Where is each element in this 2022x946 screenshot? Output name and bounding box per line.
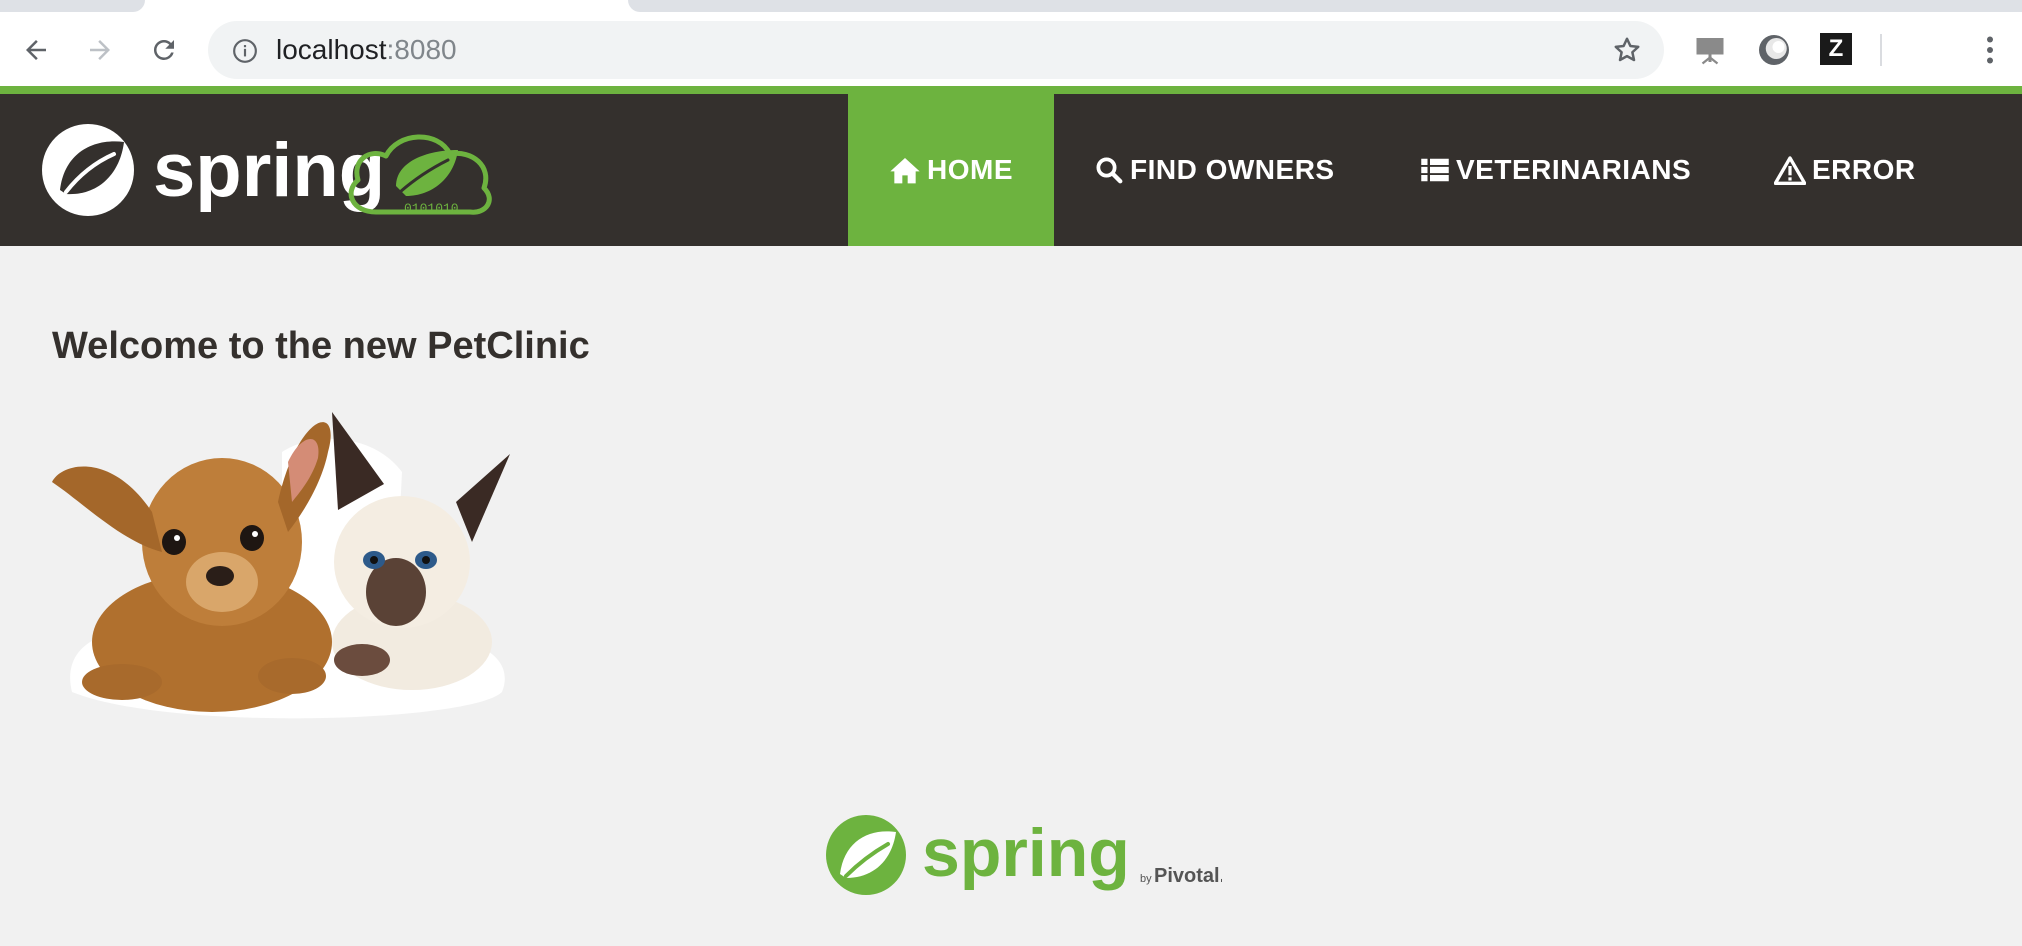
- info-icon[interactable]: [232, 38, 258, 64]
- spring-petclinic-logo[interactable]: spring 0101010: [40, 116, 504, 224]
- footer-wordmark: spring: [922, 815, 1130, 891]
- back-button[interactable]: [14, 28, 58, 72]
- url-host: localhost: [276, 34, 387, 65]
- browser-tab-strip: [0, 0, 2022, 14]
- cloud-binary-text: 0101010: [404, 201, 459, 216]
- url-text[interactable]: localhost:8080: [276, 34, 457, 66]
- z-extension-icon[interactable]: Z: [1820, 33, 1852, 65]
- nav-find-owners-label: FIND OWNERS: [1130, 154, 1335, 185]
- pets-image: [52, 412, 510, 719]
- nav-error[interactable]: ERROR: [1774, 94, 1916, 246]
- reload-icon: [153, 39, 174, 60]
- list-icon: [1421, 158, 1449, 182]
- nav-veterinarians-label: VETERINARIANS: [1456, 154, 1692, 185]
- navbar-accent-stripe: [0, 86, 2022, 94]
- nav-veterinarians[interactable]: VETERINARIANS: [1420, 94, 1691, 246]
- spring-by-pivotal-logo: spring by Pivotal.: [826, 815, 1222, 895]
- bookmark-star-icon[interactable]: [1612, 35, 1642, 65]
- toolbar-separator: [1880, 34, 1882, 66]
- nav-error-label: ERROR: [1812, 154, 1916, 185]
- arrow-right-icon: [90, 40, 110, 60]
- more-vertical-icon[interactable]: [1972, 32, 2008, 68]
- home-icon: [890, 158, 920, 184]
- address-bar[interactable]: localhost:8080: [208, 21, 1664, 79]
- navbar: spring 0101010 HOME FIND OWNERS VETERINA…: [0, 94, 2022, 246]
- browser-tab-inactive[interactable]: [0, 0, 145, 12]
- circle-extension-icon[interactable]: [1756, 32, 1792, 68]
- nav-find-owners[interactable]: FIND OWNERS: [1094, 94, 1335, 246]
- browser-toolbar: localhost:8080 Z: [0, 14, 2022, 86]
- footer-by-text: by: [1140, 873, 1152, 885]
- url-port: :8080: [386, 34, 457, 65]
- reload-button[interactable]: [142, 28, 186, 72]
- nav-home[interactable]: HOME: [848, 94, 1054, 246]
- presentation-extension-icon[interactable]: [1692, 32, 1728, 68]
- search-icon: [1096, 157, 1123, 184]
- nav-home-label: HOME: [927, 154, 1013, 185]
- footer-pivotal-text: Pivotal.: [1154, 865, 1222, 887]
- warning-icon: [1774, 156, 1806, 185]
- forward-button[interactable]: [78, 28, 122, 72]
- arrow-left-icon: [26, 40, 46, 60]
- page-title: Welcome to the new PetClinic: [52, 325, 590, 367]
- browser-tab-inactive[interactable]: [628, 0, 2022, 12]
